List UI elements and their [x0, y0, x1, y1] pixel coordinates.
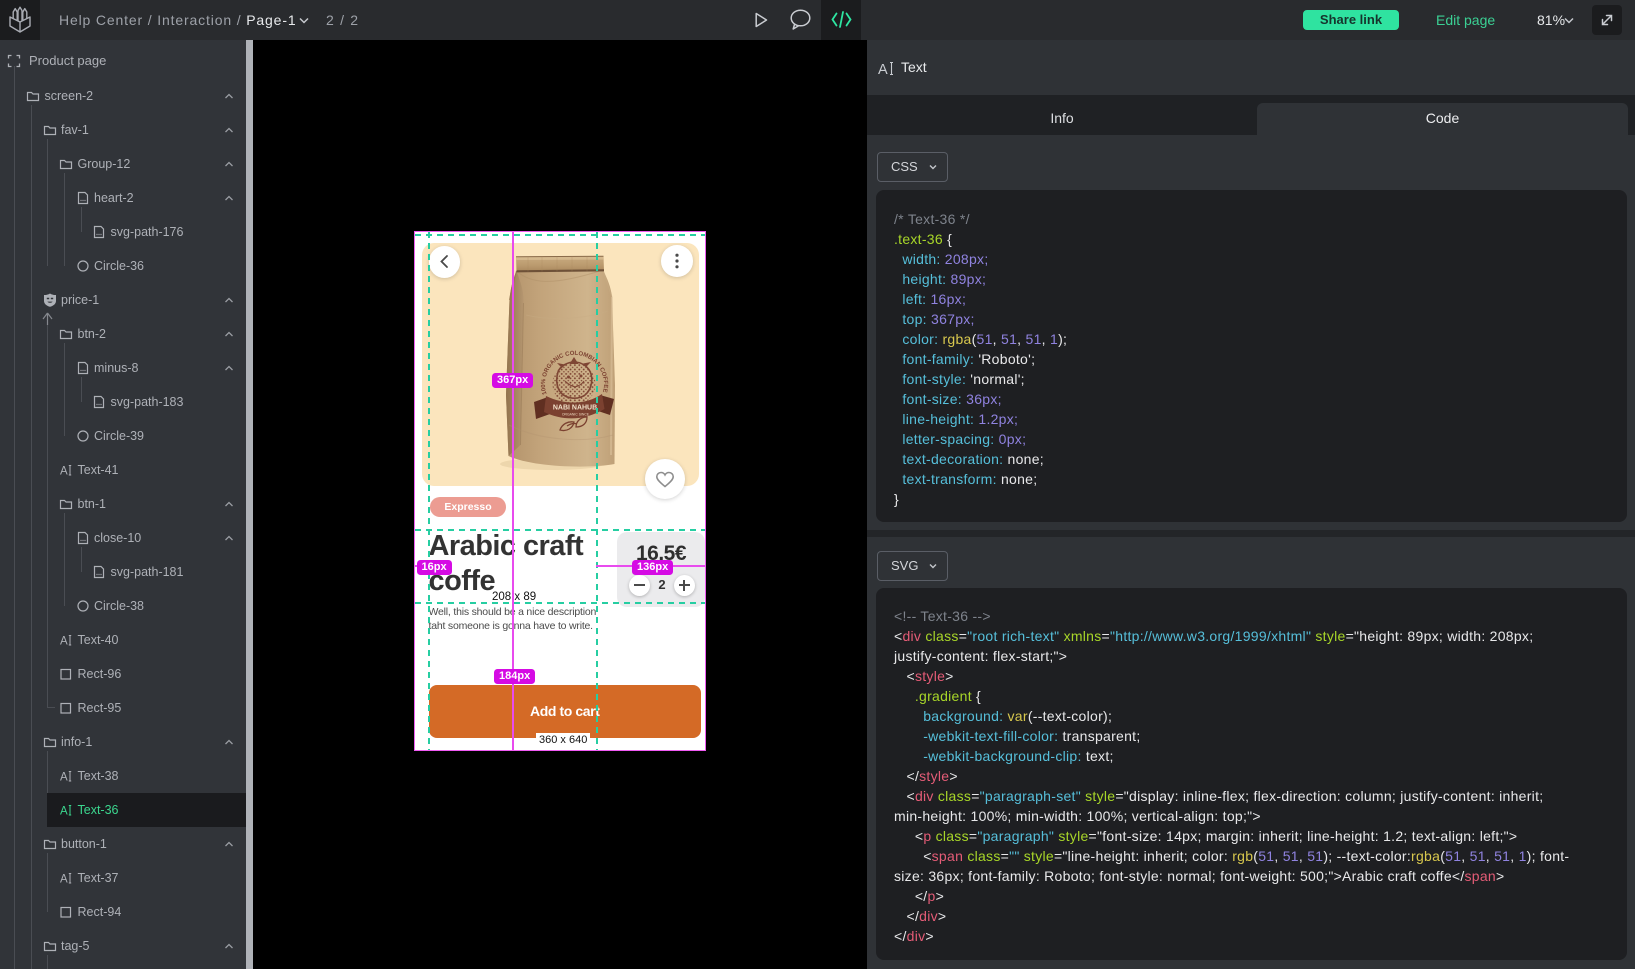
- svg-text:A: A: [60, 771, 68, 783]
- svg-text:ORGANIC SINCE: ORGANIC SINCE: [562, 413, 590, 417]
- svg-text:A: A: [60, 465, 68, 477]
- svg-text:A: A: [60, 805, 68, 817]
- svg-text:A: A: [60, 873, 68, 885]
- svg-text:A: A: [878, 62, 888, 77]
- svg-text:A: A: [60, 635, 68, 647]
- svg-text:NABI NAHUB: NABI NAHUB: [553, 405, 597, 412]
